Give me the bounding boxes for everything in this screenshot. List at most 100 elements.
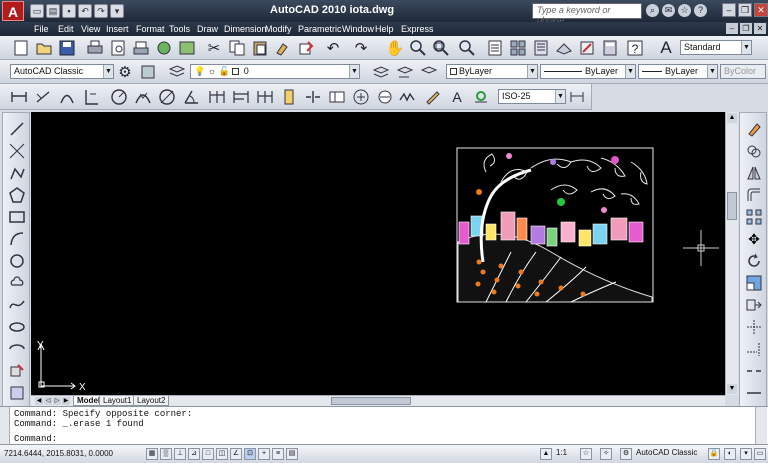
new-icon[interactable]: ▭ <box>30 4 44 18</box>
arc-length-icon[interactable] <box>56 86 78 108</box>
scale-icon[interactable] <box>743 273 765 293</box>
horizontal-scroll-thumb[interactable] <box>331 397 411 405</box>
extend-icon[interactable] <box>743 339 765 359</box>
workspace-settings-gear-icon[interactable]: ⚙ <box>114 61 136 83</box>
canvas-vertical-scrollbar[interactable]: ▲ ▼ <box>725 112 738 395</box>
quickcalc-icon[interactable] <box>599 37 621 59</box>
next-tab-arrow-icon[interactable]: ▷ <box>53 397 61 405</box>
block-editor-icon[interactable] <box>295 37 317 59</box>
communication-center-icon[interactable]: ✉ <box>662 4 675 17</box>
dynamic-ucs-icon[interactable]: ⊡ <box>244 448 256 460</box>
open-icon[interactable]: ▤ <box>46 4 60 18</box>
menu-format[interactable]: Format <box>136 24 165 34</box>
layer-state-icon[interactable] <box>418 61 440 83</box>
menu-express[interactable]: Express <box>401 24 434 34</box>
polyline-icon[interactable] <box>6 163 28 183</box>
status-menu-icon[interactable]: ▾ <box>740 448 752 460</box>
binoculars-icon[interactable]: ⌕ <box>646 4 659 17</box>
break-icon[interactable] <box>743 361 765 381</box>
jogged-dimension-icon[interactable] <box>132 86 154 108</box>
qnew-icon[interactable] <box>10 37 32 59</box>
ordinate-dimension-icon[interactable] <box>80 86 102 108</box>
menu-modify[interactable]: Modify <box>265 24 292 34</box>
polar-tracking-icon[interactable]: ⊿ <box>188 448 200 460</box>
coordinate-readout[interactable]: 7214.6444, 2015.8031, 0.0000 <box>4 449 113 458</box>
command-prompt[interactable]: Command: <box>14 434 57 444</box>
plot-printer-icon[interactable] <box>84 37 106 59</box>
copy-icon[interactable] <box>226 37 248 59</box>
snap-mode-icon[interactable]: ▦ <box>146 448 158 460</box>
layer-properties-icon[interactable] <box>166 61 188 83</box>
color-control-dropdown[interactable]: ByLayer ▼ <box>446 64 538 79</box>
text-style-icon[interactable]: A <box>655 37 677 59</box>
markup-set-manager-icon[interactable] <box>576 37 598 59</box>
scroll-thumb[interactable] <box>727 192 737 220</box>
layer-previous-icon[interactable] <box>394 61 416 83</box>
grid-display-icon[interactable]: ▒ <box>160 448 172 460</box>
menu-parametric[interactable]: Parametric <box>298 24 342 34</box>
command-window-scrollbar[interactable] <box>755 407 767 445</box>
auto-scale-icon[interactable]: ✧ <box>600 448 612 460</box>
arc-icon[interactable] <box>6 229 28 249</box>
inspection-icon[interactable] <box>374 86 396 108</box>
tolerance-icon[interactable] <box>326 86 348 108</box>
offset-icon[interactable] <box>743 185 765 205</box>
lineweight-icon[interactable]: ≡ <box>272 448 284 460</box>
menu-window[interactable]: Window <box>342 24 374 34</box>
revision-cloud-icon[interactable] <box>6 273 28 293</box>
trim-icon[interactable] <box>743 317 765 337</box>
polygon-icon[interactable] <box>6 185 28 205</box>
linear-dimension-icon[interactable] <box>8 86 30 108</box>
center-mark-icon[interactable] <box>350 86 372 108</box>
angular-dimension-icon[interactable] <box>180 86 202 108</box>
last-tab-arrow-icon[interactable]: ▶ <box>62 397 70 405</box>
help-search-input[interactable]: Type a keyword or phrase <box>532 3 642 25</box>
continue-dimension-icon[interactable] <box>254 86 276 108</box>
tab-layout1[interactable]: Layout1 <box>99 396 136 406</box>
scroll-up-arrow-icon[interactable]: ▲ <box>727 113 737 123</box>
prev-tab-arrow-icon[interactable]: ◁ <box>44 397 52 405</box>
copy-object-icon[interactable] <box>743 141 765 161</box>
sheet-set-manager-icon[interactable] <box>553 37 575 59</box>
doc-restore-button[interactable]: ❐ <box>740 23 752 34</box>
cut-scissors-icon[interactable]: ✂ <box>203 37 225 59</box>
3d-dwf-icon[interactable] <box>153 37 175 59</box>
tab-layout2[interactable]: Layout2 <box>133 396 170 406</box>
dimension-style-dropdown[interactable]: ISO-25 ▼ <box>498 89 566 104</box>
dynamic-input-icon[interactable]: + <box>258 448 270 460</box>
save-disk-icon[interactable] <box>56 37 78 59</box>
workspace-switch-icon[interactable]: ⚙ <box>620 448 632 460</box>
minimize-button[interactable]: – <box>722 3 736 17</box>
move-icon[interactable]: ✥ <box>743 229 765 249</box>
join-icon[interactable] <box>743 383 765 403</box>
dimension-space-icon[interactable] <box>278 86 300 108</box>
design-center-icon[interactable] <box>507 37 529 59</box>
restore-button[interactable]: ❐ <box>738 3 752 17</box>
otrack-icon[interactable]: ∠ <box>230 448 242 460</box>
3d-object-snap-icon[interactable]: ◫ <box>216 448 228 460</box>
open-folder-icon[interactable] <box>33 37 55 59</box>
plot-preview-icon[interactable] <box>107 37 129 59</box>
ortho-mode-icon[interactable]: ⊥ <box>174 448 186 460</box>
customize-icon[interactable] <box>137 61 159 83</box>
zoom-previous-icon[interactable] <box>456 37 478 59</box>
workspace-status-value[interactable]: AutoCAD Classic <box>636 448 697 457</box>
menu-dimension[interactable]: Dimension <box>224 24 267 34</box>
clean-screen-icon[interactable]: ▭ <box>754 448 766 460</box>
redo-icon[interactable]: ↷ <box>94 4 108 18</box>
circle-icon[interactable] <box>6 251 28 271</box>
dimension-edit-icon[interactable] <box>422 86 444 108</box>
first-tab-arrow-icon[interactable]: ◀ <box>35 397 43 405</box>
help-question-icon[interactable]: ? <box>624 37 646 59</box>
dimension-update-icon[interactable] <box>470 86 492 108</box>
properties-icon[interactable] <box>484 37 506 59</box>
radius-dimension-icon[interactable] <box>108 86 130 108</box>
menu-edit[interactable]: Edit <box>58 24 74 34</box>
spline-icon[interactable] <box>6 295 28 315</box>
layer-dropdown[interactable]: 💡 ☼ 🔓 0 ▼ <box>190 64 360 79</box>
drawing-area[interactable]: Y X <box>31 112 725 395</box>
isolate-objects-icon[interactable]: ◐ <box>724 448 736 460</box>
rectangle-icon[interactable] <box>6 207 28 227</box>
quick-dimension-icon[interactable] <box>206 86 228 108</box>
workspace-dropdown[interactable]: AutoCAD Classic ▼ <box>10 64 114 79</box>
